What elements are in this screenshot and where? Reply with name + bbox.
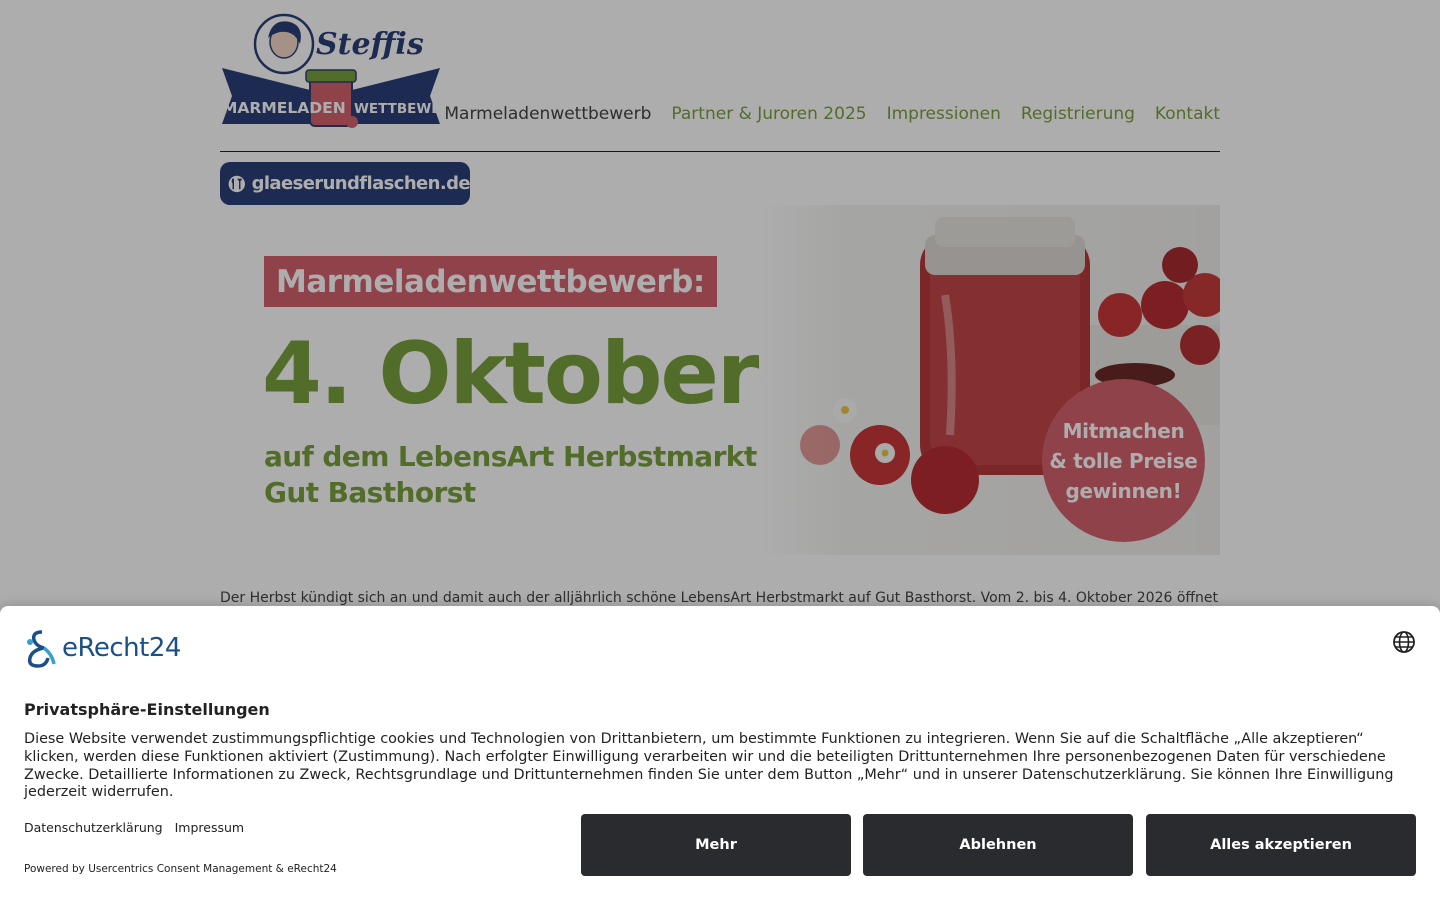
consent-links: Datenschutzerklärung Impressum [24, 820, 244, 835]
more-button[interactable]: Mehr [581, 814, 851, 876]
erecht24-logo: eRecht24 [24, 628, 181, 668]
erecht24-symbol-icon [27, 630, 56, 668]
language-globe-icon[interactable] [1392, 630, 1416, 654]
accept-all-button[interactable]: Alles akzeptieren [1146, 814, 1416, 876]
consent-description: Diese Website verwendet zustimmungspflic… [24, 731, 1394, 801]
privacy-policy-link[interactable]: Datenschutzerklärung [24, 820, 163, 835]
consent-title: Privatsphäre-Einstellungen [24, 700, 270, 719]
erecht24-wordmark: eRecht24 [62, 633, 181, 663]
imprint-link[interactable]: Impressum [175, 820, 244, 835]
decline-button[interactable]: Ablehnen [863, 814, 1133, 876]
powered-by-text: Powered by Usercentrics Consent Manageme… [24, 863, 337, 875]
